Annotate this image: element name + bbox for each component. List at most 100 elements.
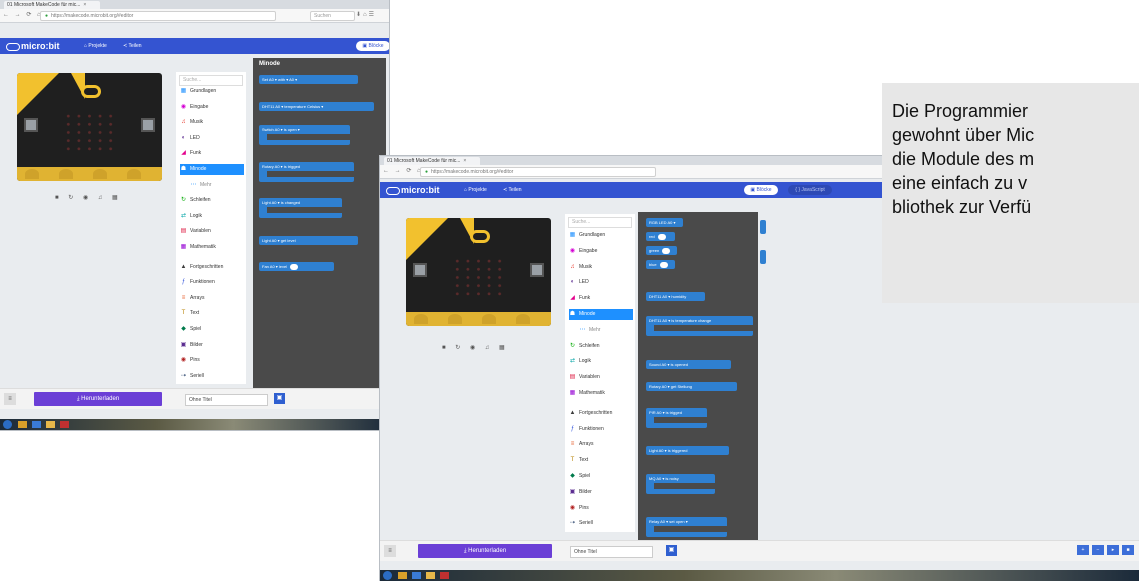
category-item[interactable]: ⇄ Logik [180,211,244,222]
category-item[interactable]: ◆ Spiel [569,471,633,482]
address-input[interactable]: ● https://makecode.microbit.org/#editor [420,167,656,177]
flyout-block[interactable]: DHT11 A0 ▾ temperature Celsius ▾ [259,102,374,111]
taskbar-app-icon[interactable] [32,421,41,428]
toolbox-search-input[interactable]: Suche... [179,75,243,86]
flyout-block[interactable]: Switch A0 ▾ is open ▾ [259,125,350,145]
category-item[interactable]: ♫ Musik [180,117,244,128]
category-item[interactable]: ◉ Eingabe [569,246,633,257]
flyout-block[interactable]: RGB LED A0 ▾ [646,218,683,227]
category-item[interactable]: ▦ Grundlagen [180,86,244,97]
category-item[interactable]: ▤ Variablen [569,372,633,383]
category-item[interactable]: ⇢ Seriell [569,518,633,529]
blocks-toggle-button[interactable]: ▣ Blöcke [356,41,389,51]
flyout-block[interactable]: Rotary A0 ▾ get Stellung [646,382,737,391]
category-item[interactable]: ≡ Arrays [569,439,633,450]
share-link[interactable]: ≺ Teilen [123,42,142,50]
category-item[interactable]: ◐ LED [180,133,244,144]
start-icon[interactable] [3,420,12,429]
download-button[interactable]: ⤓ Herunterladen [418,544,552,558]
category-item[interactable]: ▦ Mathematik [569,388,633,399]
simulator-controls[interactable]: ■ ↻ ◉ ♫ ▦ [55,194,122,201]
category-item[interactable]: ▤ Variablen [180,226,244,237]
save-icon[interactable]: ▣ [274,393,285,404]
category-item[interactable]: ↻ Schleifen [180,195,244,206]
taskbar-app-icon[interactable] [426,572,435,579]
category-item[interactable]: ♫ Musik [569,262,633,273]
project-name-input[interactable]: Ohne Titel [185,394,268,406]
browser-nav-icons[interactable]: ← → ⟳ ⌂ [3,11,43,18]
toolbox-search-input[interactable]: Suche... [568,217,632,228]
category-item[interactable]: ƒ Funktionen [569,424,633,435]
flyout-block[interactable]: MQ A0 ▾ is noisy [646,474,715,494]
flyout-block[interactable]: Relay A0 ▾ set open ▾ [646,517,727,537]
flyout-block[interactable]: green [646,246,677,255]
collapse-button[interactable]: ≡ [4,393,16,405]
category-item[interactable]: ▣ Bilder [180,340,244,351]
download-button[interactable]: ⤓ Herunterladen [34,392,162,406]
taskbar-app-icon[interactable] [440,572,449,579]
browser-tab[interactable]: 01 Microsoft MakeCode für mic... × [4,1,100,9]
category-item[interactable]: T Text [180,308,244,319]
flyout-block[interactable]: DHT11 A0 ▾ humidity [646,292,705,301]
workspace-block[interactable] [760,250,766,264]
flyout-block[interactable]: red [646,232,675,241]
flyout-block[interactable]: Light A0 ▾ get level [259,236,358,245]
browser-search-input[interactable]: Suchen [310,11,355,21]
flyout-block[interactable]: Light A0 ▾ is triggered [646,446,729,455]
category-item[interactable]: ⋯ Mehr [569,325,633,336]
category-item[interactable]: ▣ Bilder [569,487,633,498]
flyout-block[interactable]: Rotary A0 ▾ is trigged [259,162,354,182]
category-item[interactable]: ↻ Schleifen [569,341,633,352]
category-item[interactable]: ≡ Arrays [180,293,244,304]
close-icon[interactable]: × [83,2,86,8]
flyout-block[interactable]: Light A0 ▾ is changed [259,198,342,218]
category-item[interactable]: ▦ Grundlagen [569,230,633,241]
number-input[interactable] [659,261,668,268]
project-name-input[interactable]: Ohne Titel [570,546,653,558]
blocks-toggle-button[interactable]: ▣ Blöcke [744,185,778,195]
workspace-block[interactable] [760,220,766,234]
category-item[interactable]: ⇢ Seriell [180,371,244,382]
taskbar-app-icon[interactable] [412,572,421,579]
flyout-block[interactable]: blue [646,260,675,269]
projects-link[interactable]: ⌂ Projekte [464,186,487,194]
number-input[interactable] [657,233,666,240]
number-input[interactable] [662,247,671,254]
projects-link[interactable]: ⌂ Projekte [84,42,107,50]
flyout-block[interactable]: Fan A0 ▾ level [259,262,334,271]
category-item[interactable]: ◢ Funk [180,148,244,159]
flyout-block[interactable]: DHT11 A0 ▾ is temperature change [646,316,753,336]
button-a[interactable] [24,118,38,133]
category-item[interactable]: ☗ Minode [180,164,244,175]
category-item[interactable]: ◉ Pins [569,503,633,514]
stop-button[interactable]: ■ [1122,545,1134,555]
category-item[interactable]: ▲ Fortgeschritten [180,262,244,273]
collapse-button[interactable]: ≡ [384,545,396,557]
address-input[interactable]: ● https://makecode.microbit.org/#editor [40,11,276,21]
number-input[interactable] [290,263,299,270]
category-item[interactable]: ⋯ Mehr [180,180,244,191]
close-icon[interactable]: × [463,158,466,164]
category-item[interactable]: ▲ Fortgeschritten [569,408,633,419]
flyout-block[interactable]: Set A0 ▾ with ▾ A0 ▾ [259,75,358,84]
category-item[interactable]: ◉ Pins [180,355,244,366]
button-b[interactable] [530,263,544,278]
flyout-block[interactable]: Sound A0 ▾ is opened [646,360,731,369]
taskbar-app-icon[interactable] [398,572,407,579]
taskbar-app-icon[interactable] [60,421,69,428]
category-item[interactable]: ƒ Funktionen [180,277,244,288]
share-link[interactable]: ≺ Teilen [503,186,522,194]
browser-toolbar-icons[interactable]: ⬇⌂☰ [356,11,376,18]
javascript-toggle-button[interactable]: { } JavaScript [788,185,832,195]
browser-nav-icons[interactable]: ← → ⟳ ⌂ [383,167,423,174]
flyout-block[interactable]: PIR A0 ▾ is trigged [646,408,707,428]
taskbar-app-icon[interactable] [46,421,55,428]
category-item[interactable]: ◐ LED [569,277,633,288]
category-item[interactable]: ◢ Funk [569,293,633,304]
taskbar-app-icon[interactable] [18,421,27,428]
button-a[interactable] [413,263,427,278]
category-item[interactable]: ▦ Mathematik [180,242,244,253]
category-item[interactable]: ◉ Eingabe [180,102,244,113]
category-item[interactable]: ☗ Minode [569,309,633,320]
simulator-controls[interactable]: ■ ↻ ◉ ♫ ▦ [442,344,509,351]
